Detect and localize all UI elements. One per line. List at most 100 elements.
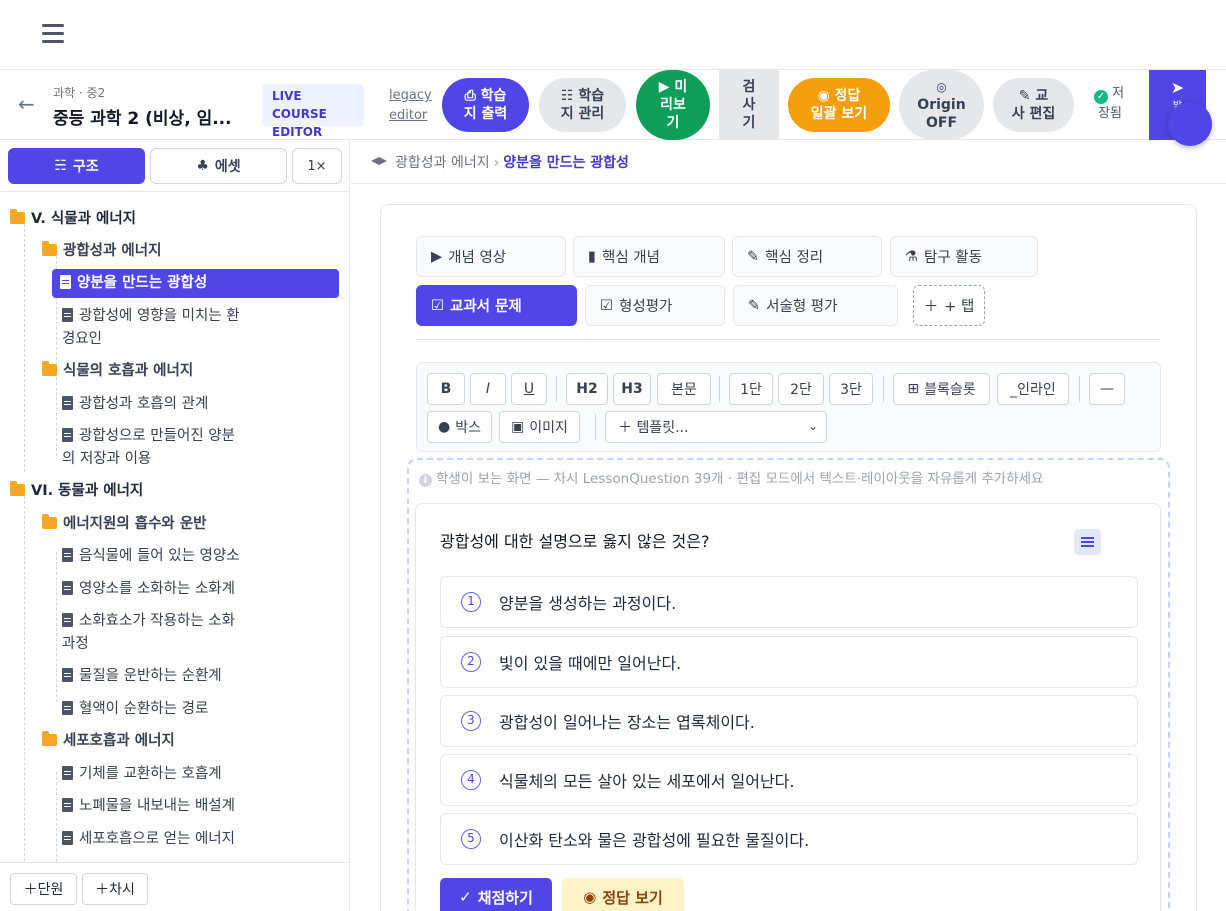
- breadcrumb-parent[interactable]: 광합성과 에너지: [395, 155, 490, 171]
- grade-button[interactable]: ✓ 채점하기: [440, 878, 552, 911]
- folder-icon: [42, 731, 57, 746]
- inspect-button[interactable]: 검사기: [719, 70, 779, 140]
- folder-icon: [42, 361, 57, 376]
- underline-button[interactable]: U: [511, 373, 547, 405]
- answer-option[interactable]: 1 양분을 생성하는 과정이다.: [440, 576, 1138, 628]
- horizontal-rule-button[interactable]: —: [1089, 373, 1125, 405]
- show-all-answers-button[interactable]: ◉ 정답 일괄 보기: [788, 78, 890, 132]
- template-select[interactable]: ＋ 템플릿... ⌄: [605, 411, 827, 443]
- tree-lesson[interactable]: 음식물에 들어 있는 영양소: [62, 545, 240, 568]
- saved-label-2: 장됨: [1098, 106, 1122, 121]
- tab-label: 핵심 개념: [601, 250, 660, 266]
- tab-essay[interactable]: ✎ 서술형 평가: [733, 285, 898, 326]
- tree-unit[interactable]: V. 식물과 에너지: [10, 208, 136, 231]
- document-icon: [62, 701, 73, 715]
- course-subject: 과학 · 중2: [53, 86, 106, 100]
- menu-icon[interactable]: [42, 24, 64, 44]
- asset-tab-button[interactable]: ♣ 에셋: [150, 148, 287, 184]
- zoom-button[interactable]: 1×: [292, 148, 342, 184]
- tree-chapter[interactable]: 광합성과 에너지: [42, 240, 161, 263]
- inline-button[interactable]: _인라인: [997, 373, 1069, 405]
- document-icon: [62, 428, 73, 442]
- course-title: 중등 과학 2 (비상, 임...: [53, 109, 232, 129]
- legacy-line1: legacy: [389, 88, 432, 103]
- teacher-edit-button[interactable]: ✎ 교사 편집: [993, 78, 1074, 132]
- two-column-button[interactable]: 2단: [778, 373, 824, 405]
- preview-button[interactable]: ▶ 미 리보 기: [636, 70, 710, 140]
- one-column-button[interactable]: 1단: [729, 373, 773, 405]
- tree-lesson[interactable]: 물질을 운반하는 순환계: [62, 665, 222, 688]
- answer-option[interactable]: 4 식물체의 모든 살아 있는 세포에서 일어난다.: [440, 754, 1138, 806]
- document-icon: [62, 613, 73, 627]
- add-tab-button[interactable]: ＋ + 탭: [913, 285, 985, 326]
- manage-worksheet-button[interactable]: ☷ 학습 지 관리: [539, 78, 626, 132]
- add-lesson-label: 차시: [109, 882, 135, 898]
- print-label-1: 학습: [480, 88, 507, 104]
- tree-chapter[interactable]: 세포호흡과 에너지: [42, 730, 175, 753]
- tab-inquiry[interactable]: ⚗ 탐구 활동: [890, 236, 1038, 277]
- three-column-button[interactable]: 3단: [829, 373, 873, 405]
- question-card: 광합성에 대한 설명으로 옳지 않은 것은? 1 양분을 생성하는 과정이다. 2…: [415, 503, 1161, 911]
- tree-label: 광합성과 호흡의 관계: [79, 396, 209, 412]
- tab-core-concept[interactable]: ▮ 핵심 개념: [573, 236, 725, 277]
- option-text: 이산화 탄소와 물은 광합성에 필요한 물질이다.: [499, 831, 810, 850]
- tree-lesson[interactable]: 혈액이 순환하는 경로: [62, 698, 208, 721]
- tree-lesson[interactable]: 광합성에 영향을 미치는 환: [62, 305, 240, 328]
- document-icon: [62, 766, 73, 780]
- eye-icon: ◉: [817, 88, 835, 104]
- tree-lesson[interactable]: 광합성으로 만들어진 양분: [62, 425, 235, 448]
- document-icon: [60, 275, 71, 289]
- toolbar-separator: [595, 414, 596, 440]
- tab-concept-video[interactable]: ▶ 개념 영상: [416, 236, 566, 277]
- preview-hint: i 학생이 보는 화면 — 차시 LessonQuestion 39개 · 편집 …: [419, 467, 1043, 487]
- tree-chapter[interactable]: 에너지원의 흡수와 운반: [42, 513, 207, 536]
- tree-lesson[interactable]: 영양소를 소화하는 소화계: [62, 578, 235, 601]
- document-icon: [62, 668, 73, 682]
- italic-button[interactable]: I: [470, 373, 506, 405]
- tree-lesson[interactable]: 소화효소가 작용하는 소화: [62, 610, 235, 633]
- box-button[interactable]: ● 박스: [427, 411, 492, 443]
- tab-textbook-problems[interactable]: ☑ 교과서 문제: [416, 285, 577, 326]
- add-lesson-button[interactable]: ＋ 차시: [82, 873, 148, 905]
- toolbar-separator: [1079, 376, 1080, 402]
- h3-button[interactable]: H3: [613, 373, 651, 405]
- origin-toggle-button[interactable]: ◎ Origin OFF: [899, 70, 984, 140]
- tree-unit[interactable]: VI. 동물과 에너지: [10, 480, 143, 503]
- add-unit-button[interactable]: ＋ 단원: [10, 873, 77, 905]
- flask-icon: ⚗: [905, 248, 918, 265]
- back-arrow-icon[interactable]: ←: [18, 92, 35, 116]
- body-text-button[interactable]: 본문: [657, 373, 711, 405]
- tree-label: 혈액이 순환하는 경로: [79, 701, 209, 717]
- course-sidebar: ☵ 구조 ♣ 에셋 1× V. 식물과 에너지 광합성과 에너지 양분을 만드는 광…: [0, 140, 350, 911]
- tree-lesson[interactable]: 광합성과 호흡의 관계: [62, 393, 208, 416]
- show-answer-button[interactable]: ◉ 정답 보기: [562, 878, 684, 911]
- tab-formative[interactable]: ☑ 형성평가: [585, 285, 725, 326]
- tree-lesson[interactable]: 세포호흡으로 얻는 에너지: [62, 828, 235, 851]
- tree-lesson-selected[interactable]: 양분을 만드는 광합성: [52, 269, 339, 298]
- tab-core-summary[interactable]: ✎ 핵심 정리: [732, 236, 882, 277]
- block-slot-button[interactable]: ⊞ 블록슬롯: [893, 373, 990, 405]
- play-circle-icon: ▶: [431, 248, 443, 265]
- sidebar-footer: ＋ 단원 ＋ 차시: [0, 862, 349, 911]
- check-label-1: 검: [742, 79, 756, 95]
- image-button[interactable]: ▣ 이미지: [499, 411, 580, 443]
- tree-label: 에너지원의 흡수와 운반: [63, 516, 207, 532]
- answer-option[interactable]: 5 이산화 탄소와 물은 광합성에 필요한 물질이다.: [440, 813, 1138, 865]
- saved-label-1: 저: [1112, 86, 1125, 101]
- print-worksheet-button[interactable]: ⎙ 학습 지 출력: [442, 78, 529, 132]
- tree-label: 세포호흡으로 얻는 에너지: [79, 831, 235, 847]
- answer-option[interactable]: 3 광합성이 일어나는 장소는 엽록체이다.: [440, 695, 1138, 747]
- answer-option[interactable]: 2 빛이 있을 때에만 일어난다.: [440, 636, 1138, 688]
- structure-tab-button[interactable]: ☵ 구조: [8, 148, 145, 184]
- tree-lesson[interactable]: 노폐물을 내보내는 배설계: [62, 795, 235, 818]
- tree-chapter[interactable]: 식물의 호흡과 에너지: [42, 360, 193, 383]
- option-number: 1: [461, 592, 481, 612]
- structure-icon: ☵: [54, 158, 67, 174]
- show-answer-label: 정답 보기: [602, 888, 663, 907]
- legacy-editor-link[interactable]: legacy editor: [389, 86, 432, 126]
- list-icon[interactable]: [1074, 529, 1101, 555]
- tree-lesson[interactable]: 기체를 교환하는 호흡계: [62, 763, 222, 786]
- folder-icon: [42, 514, 57, 529]
- h2-button[interactable]: H2: [566, 373, 608, 405]
- bold-button[interactable]: B: [427, 373, 465, 405]
